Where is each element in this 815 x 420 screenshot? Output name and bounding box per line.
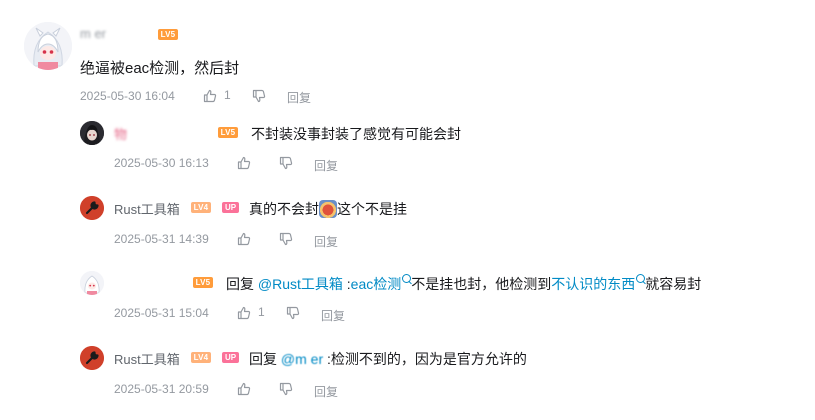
thumbs-up-icon[interactable] <box>203 89 217 103</box>
reply-username[interactable]: Rust工具箱 <box>114 349 180 368</box>
keyword-link[interactable]: eac检测 <box>351 276 402 292</box>
wrench-icon <box>80 196 104 220</box>
level-badge: LV5 <box>193 277 213 288</box>
mention-link[interactable]: @m er <box>281 351 323 367</box>
thumbs-down-icon[interactable] <box>252 89 266 103</box>
reply-button[interactable]: 回复 <box>287 89 311 106</box>
level-badge: LV5 <box>158 29 178 40</box>
reply-content-text: : <box>342 276 351 292</box>
thumbs-down-icon[interactable] <box>279 382 293 396</box>
thumbs-down-icon[interactable] <box>286 306 300 320</box>
reply-content-text: 这个不是挂 <box>337 201 407 217</box>
reply-prefix: 回复 <box>249 351 277 367</box>
level-badge: LV4 <box>191 202 211 213</box>
thumbs-down-icon[interactable] <box>279 232 293 246</box>
reply-content-text: 就容易封 <box>645 276 702 292</box>
like-count: 1 <box>258 305 265 319</box>
crying-emoji-sticker <box>319 200 337 218</box>
avatar[interactable] <box>80 121 104 145</box>
reply-time: 2025-05-31 20:59 <box>114 382 209 396</box>
comment-time: 2025-05-30 16:04 <box>80 89 175 103</box>
anime-avatar-image <box>24 22 72 70</box>
level-badge: LV4 <box>191 352 211 363</box>
up-badge: UP <box>222 352 239 363</box>
avatar[interactable] <box>80 346 104 370</box>
reply-username[interactable]: 物 <box>114 124 127 143</box>
reply-content: 真的不会封 这个不是挂 <box>249 199 407 219</box>
keyword-link[interactable]: 不认识的东西 <box>551 276 635 292</box>
avatar[interactable] <box>24 22 72 70</box>
reply-button[interactable]: 回复 <box>314 157 338 174</box>
thumbs-up-icon[interactable] <box>237 382 251 396</box>
reply-time: 2025-05-31 15:04 <box>114 306 209 320</box>
search-icon[interactable] <box>636 274 646 283</box>
reply-content: 回复 @m er :检测不到的，因为是官方允许的 <box>249 349 527 369</box>
comment-content: 绝逼被eac检测，然后封 <box>80 60 240 77</box>
reply-content-text: :检测不到的，因为是官方允许的 <box>323 351 527 367</box>
thumbs-up-icon[interactable] <box>237 232 251 246</box>
reply-button[interactable]: 回复 <box>321 307 345 324</box>
search-icon[interactable] <box>402 274 412 283</box>
reply-prefix: 回复 <box>226 276 254 292</box>
mention-link[interactable]: @Rust工具箱 <box>258 276 343 292</box>
thumbs-up-icon[interactable] <box>237 156 251 170</box>
thumbs-down-icon[interactable] <box>279 156 293 170</box>
anime-avatar-image <box>80 271 104 295</box>
reply-button[interactable]: 回复 <box>314 383 338 400</box>
reply-content: 回复 @Rust工具箱 :eac检测 不是挂也封，他检测到不认识的东西 就容易封 <box>226 274 701 294</box>
up-badge: UP <box>222 202 239 213</box>
like-count: 1 <box>224 88 231 102</box>
thumbs-up-icon[interactable] <box>237 306 251 320</box>
reply-content-text: 真的不会封 <box>249 201 319 217</box>
reply-content-text: 不是挂也封，他检测到 <box>411 276 552 292</box>
reply-time: 2025-05-31 14:39 <box>114 232 209 246</box>
avatar[interactable] <box>80 196 104 220</box>
reply-username[interactable]: Rust工具箱 <box>114 199 180 218</box>
comment-username[interactable]: m er <box>80 26 106 41</box>
dark-avatar-image <box>80 121 104 145</box>
wrench-icon <box>80 346 104 370</box>
reply-content: 不封装没事封装了感觉有可能会封 <box>251 126 461 142</box>
avatar[interactable] <box>80 271 104 295</box>
level-badge: LV5 <box>218 127 238 138</box>
reply-button[interactable]: 回复 <box>314 233 338 250</box>
reply-time: 2025-05-30 16:13 <box>114 156 209 170</box>
